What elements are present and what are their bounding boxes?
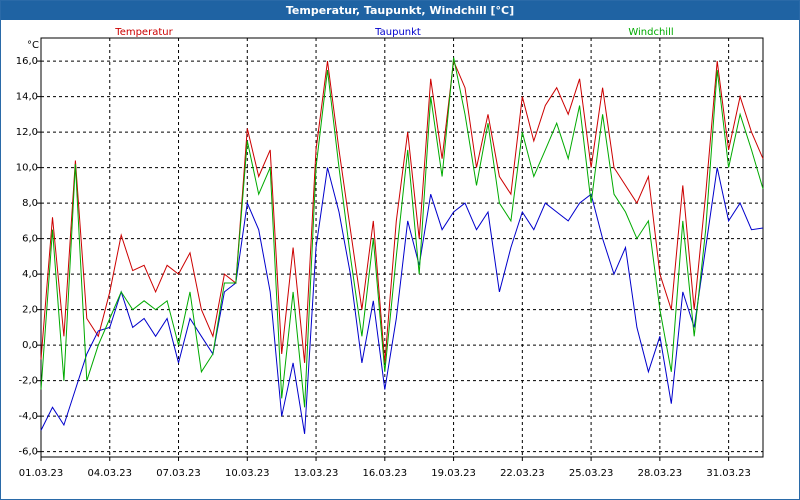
y-tick-label: 12,0 <box>16 127 38 138</box>
x-tick-label: 04.03.23 <box>87 468 132 479</box>
x-tick-label: 13.03.23 <box>294 468 339 479</box>
x-tick-label: 16.03.23 <box>363 468 408 479</box>
legend-taupunkt: Taupunkt <box>374 27 421 38</box>
line-chart: °C 16,0 14,0 12,0 10,0 8,0 6,0 4,0 2,0 0,0 -2,0 -4… <box>16 27 764 479</box>
y-tick-label: 10,0 <box>16 163 38 174</box>
y-tick-label: -4,0 <box>18 411 38 422</box>
chart-window: Temperatur, Taupunkt, Windchill [°C] °C … <box>0 0 800 500</box>
y-tick-label: 14,0 <box>16 92 38 103</box>
x-tick-label: 19.03.23 <box>431 468 476 479</box>
x-tick-label: 28.03.23 <box>638 468 683 479</box>
legend-temperatur: Temperatur <box>114 27 173 38</box>
y-tick-label: 4,0 <box>22 269 38 280</box>
y-tick-label: 0,0 <box>22 340 38 351</box>
x-tick-label: 22.03.23 <box>500 468 545 479</box>
y-axis-unit: °C <box>27 40 39 51</box>
y-tick-label: 8,0 <box>22 198 38 209</box>
y-tick-label: -6,0 <box>18 447 38 458</box>
plot-area <box>40 37 764 458</box>
x-tick-label: 07.03.23 <box>156 468 201 479</box>
x-tick-label: 31.03.23 <box>706 468 751 479</box>
x-tick-label: 25.03.23 <box>569 468 614 479</box>
y-tick-label: -2,0 <box>18 376 38 387</box>
y-tick-label: 16,0 <box>16 56 38 67</box>
x-tick-label: 10.03.23 <box>225 468 270 479</box>
y-tick-label: 2,0 <box>22 305 38 316</box>
window-title: Temperatur, Taupunkt, Windchill [°C] <box>1 1 799 20</box>
legend-windchill: Windchill <box>628 27 673 38</box>
x-tick-label: 01.03.23 <box>19 468 64 479</box>
y-tick-label: 6,0 <box>22 234 38 245</box>
